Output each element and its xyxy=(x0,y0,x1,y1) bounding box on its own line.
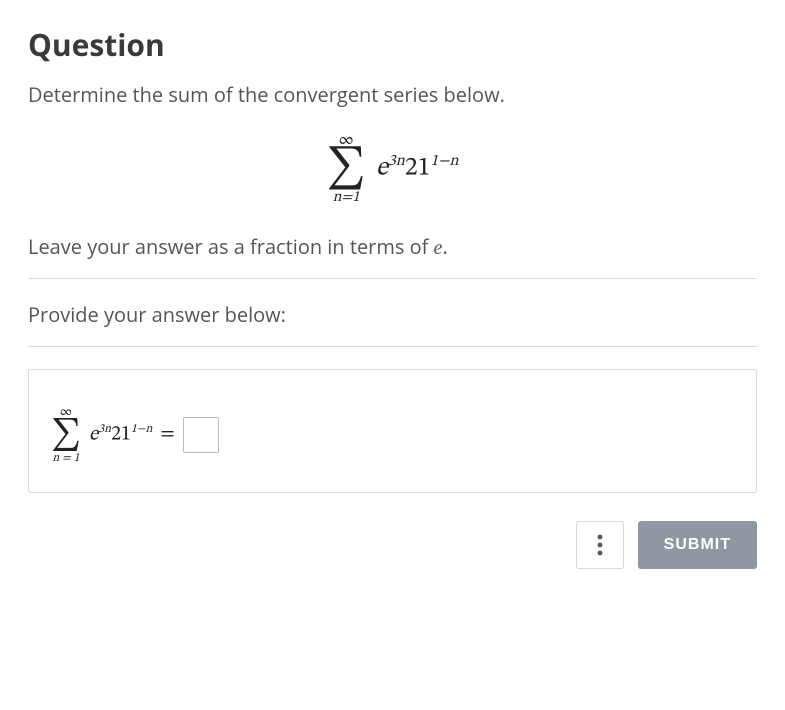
answer-term-exp-1minusn: 1−n xyxy=(131,423,153,435)
term-base-e: e xyxy=(376,156,388,182)
more-vertical-icon xyxy=(597,534,603,556)
series-expression: ∞ ∑ n=1 e3n211−n xyxy=(28,132,757,205)
answer-term-exp-3n: 3n xyxy=(98,423,111,435)
answer-area: ∞ ∑ n = 1 e3n211−n = xyxy=(28,369,757,493)
answer-term-base-21: 21 xyxy=(111,425,131,445)
question-prompt: Determine the sum of the convergent seri… xyxy=(28,81,757,108)
more-options-button[interactable] xyxy=(576,521,624,569)
question-title: Question xyxy=(28,24,757,65)
sigma-symbol: ∑ xyxy=(327,150,366,188)
submit-button[interactable]: SUBMIT xyxy=(638,521,757,569)
answer-expression: ∞ ∑ n = 1 e3n211−n = xyxy=(51,406,219,464)
answer-term-base-e: e xyxy=(89,425,98,445)
section-divider xyxy=(28,278,757,279)
sum-lower-limit: n=1 xyxy=(333,190,360,205)
answer-sigma-symbol: ∑ xyxy=(51,421,81,450)
term-exp-1minusn: 1−n xyxy=(431,153,459,169)
answer-instruction: Leave your answer as a fraction in terms… xyxy=(28,233,757,260)
answer-heading: Provide your answer below: xyxy=(28,301,757,328)
equals-sign: = xyxy=(160,422,174,447)
answer-sum-upper: ∞ xyxy=(60,406,72,419)
answer-sum-lower: n = 1 xyxy=(52,452,79,464)
button-row: SUBMIT xyxy=(28,521,757,569)
term-exp-3n: 3n xyxy=(388,153,405,169)
answer-input[interactable] xyxy=(183,417,219,453)
section-divider-2 xyxy=(28,346,757,347)
sum-upper-limit: ∞ xyxy=(339,132,354,148)
term-base-21: 21 xyxy=(405,156,431,182)
